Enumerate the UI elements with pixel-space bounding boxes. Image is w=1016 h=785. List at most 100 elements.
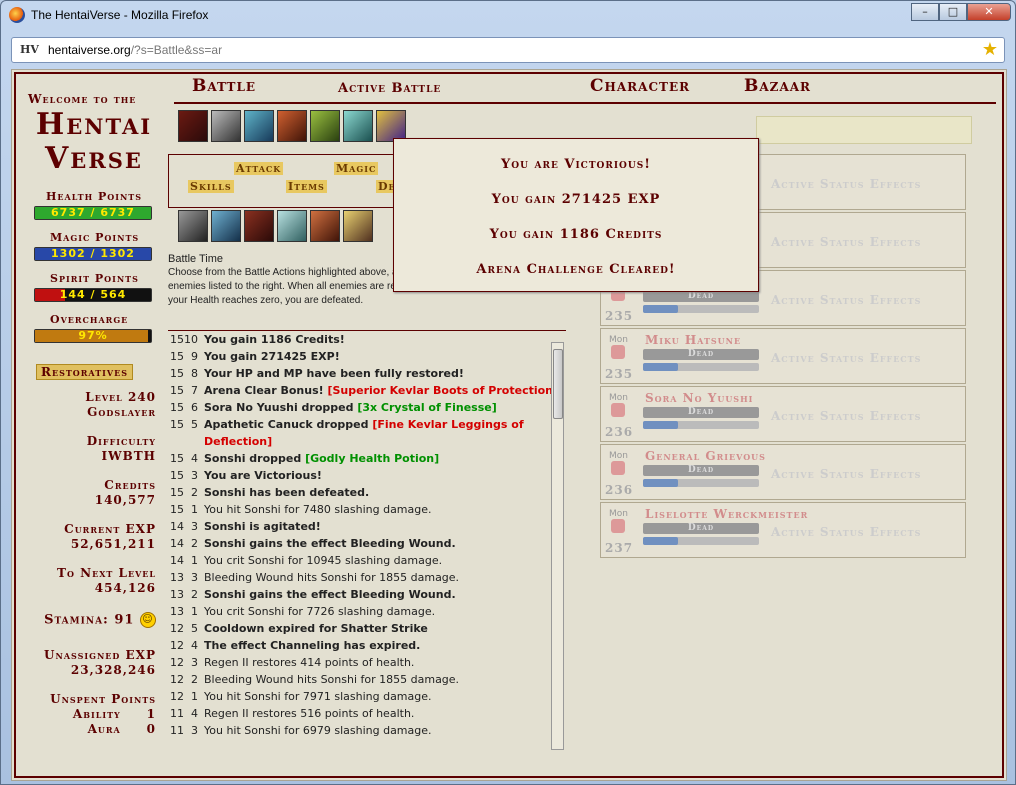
- log-turn: 15: [170, 486, 184, 499]
- log-text: You gain 271425 EXP!: [204, 350, 340, 363]
- credits: Credits 140,577: [28, 478, 156, 508]
- buff-icon: [178, 110, 208, 142]
- nav-bazaar[interactable]: Bazaar: [744, 76, 811, 96]
- difficulty: Difficulty IWBTH: [28, 434, 156, 464]
- nav-character[interactable]: Character: [590, 76, 690, 96]
- stamina-value: Stamina: 91: [44, 612, 135, 628]
- items-button[interactable]: Items: [286, 180, 327, 193]
- url-bar[interactable]: HV hentaiverse.org/?s=Battle&ss=ar ★: [11, 37, 1005, 63]
- log-message: You crit Sonshi for 7726 slashing damage…: [204, 603, 566, 620]
- monster-mana-bar: [643, 479, 759, 487]
- monster-status-effects: Active Status Effects: [771, 351, 922, 365]
- skill-icon[interactable]: [244, 210, 274, 242]
- difficulty-label: Difficulty: [86, 434, 156, 448]
- log-turn: 15: [170, 333, 184, 346]
- ability-value: 1: [146, 707, 156, 721]
- log-turn: 15: [170, 401, 184, 414]
- monster-card[interactable]: Mon 236 Sora No Yuushi Dead Active Status Ef…: [600, 386, 966, 442]
- nav-active-battle[interactable]: Active Battle: [338, 81, 441, 96]
- skills-button[interactable]: Skills: [188, 180, 234, 193]
- monster-card[interactable]: Mon 235 Miku Hatsune Dead Active Status Effe…: [600, 328, 966, 384]
- nav-battle[interactable]: Battle: [192, 76, 256, 96]
- log-text: You are Victorious!: [204, 469, 322, 482]
- health-bar: 6737 / 6737: [34, 206, 152, 220]
- monster-level: 236: [605, 425, 634, 439]
- close-button[interactable]: ✕: [967, 3, 1011, 21]
- monster-label: Mon: [609, 451, 628, 461]
- monster-status-effects: Active Status Effects: [771, 177, 922, 191]
- log-message: Arena Clear Bonus! [Superior Kevlar Boot…: [204, 382, 566, 399]
- url-path: /?s=Battle&ss=ar: [130, 43, 223, 57]
- log-turn: 15: [170, 418, 184, 431]
- log-scrollbar[interactable]: [551, 342, 564, 750]
- log-row: 15 1 You hit Sonshi for 7480 slashing dama…: [168, 501, 566, 518]
- url-text[interactable]: hentaiverse.org/?s=Battle&ss=ar: [48, 43, 222, 57]
- restoratives-button[interactable]: Restoratives: [36, 364, 133, 380]
- scrollbar-thumb[interactable]: [553, 349, 563, 419]
- monster-mana-bar: [643, 363, 759, 371]
- log-message: Bleeding Wound hits Sonshi for 1855 dama…: [204, 569, 566, 586]
- log-message: Apathetic Canuck dropped [Fine Kevlar Le…: [204, 416, 566, 450]
- log-row: 15 2 Sonshi has been defeated.: [168, 484, 566, 501]
- log-row: 15 7 Arena Clear Bonus! [Superior Kevlar B…: [168, 382, 566, 399]
- victory-line-1: You are Victorious!: [501, 157, 651, 172]
- buff-icon: [343, 110, 373, 142]
- monster-label: Mon: [609, 335, 628, 345]
- health-value: 6737 / 6737: [51, 206, 135, 219]
- log-text: Sonshi dropped: [204, 452, 306, 465]
- buff-icon: [310, 110, 340, 142]
- unassigned-label: Unassigned EXP: [44, 648, 156, 662]
- skill-icon[interactable]: [178, 210, 208, 242]
- log-step: 3: [191, 520, 198, 533]
- next-level: To Next Level 454,126: [28, 566, 156, 596]
- unspent-points: Unspent Points Ability 1 Aura 0: [28, 692, 156, 737]
- log-text: Sonshi gains the effect Bleeding Wound.: [204, 588, 456, 601]
- skill-icon[interactable]: [211, 210, 241, 242]
- log-text: Your HP and MP have been fully restored!: [204, 367, 464, 380]
- monster-level: 237: [605, 541, 634, 555]
- log-text: You hit Sonshi for 6979 slashing damage.: [204, 724, 432, 737]
- magic-button[interactable]: Magic: [334, 162, 379, 175]
- level-line-1: Level 240: [85, 390, 156, 404]
- log-row: 15 9 You gain 271425 EXP!: [168, 348, 566, 365]
- log-turn: 11: [170, 707, 184, 720]
- magic-bar: 1302 / 1302: [34, 247, 152, 261]
- overcharge-bar: 97%: [34, 329, 152, 343]
- buff-icon: [211, 110, 241, 142]
- monster-mana-fill: [643, 363, 678, 371]
- attack-button[interactable]: Attack: [234, 162, 284, 175]
- smiley-icon: ☺: [140, 612, 156, 628]
- level-line-2: Godslayer: [87, 405, 156, 419]
- logo-line-2: Verse: [45, 141, 143, 176]
- skill-icon[interactable]: [277, 210, 307, 242]
- log-step: 5: [191, 622, 198, 635]
- victory-popup[interactable]: You are Victorious! You gain 271425 EXP …: [393, 138, 759, 292]
- log-row: 11 4 Regen II restores 516 points of healt…: [168, 705, 566, 722]
- log-turn: 15: [170, 452, 184, 465]
- health-label: Health Points: [46, 190, 143, 203]
- overcharge-value: 97%: [78, 329, 108, 342]
- skill-icon[interactable]: [343, 210, 373, 242]
- magic-label: Magic Points: [50, 231, 140, 244]
- ability-points: Ability 1: [28, 707, 156, 722]
- log-row: 15 8 Your HP and MP have been fully restor…: [168, 365, 566, 382]
- ability-label: Ability: [72, 707, 121, 721]
- maximize-button[interactable]: □: [939, 3, 967, 21]
- log-turn: 12: [170, 622, 184, 635]
- log-step: 2: [191, 537, 198, 550]
- battle-log[interactable]: 15 10 You gain 1186 Credits! 15 9 You gain 27…: [168, 330, 566, 750]
- level: Level 240 Godslayer: [28, 390, 156, 420]
- monster-card[interactable]: Mon 237 Liselotte Werckmeister Dead Active S…: [600, 502, 966, 558]
- log-row: 15 5 Apathetic Canuck dropped [Fine Kevlar…: [168, 416, 566, 450]
- skill-icon[interactable]: [310, 210, 340, 242]
- window-title: The HentaiVerse - Mozilla Firefox: [31, 8, 209, 22]
- log-message: You hit Sonshi for 7480 slashing damage.: [204, 501, 566, 518]
- minimize-button[interactable]: –: [911, 3, 939, 21]
- monster-level: 236: [605, 483, 634, 497]
- log-step: 4: [191, 639, 198, 652]
- log-turn: 13: [170, 571, 184, 584]
- log-turn: 12: [170, 673, 184, 686]
- monster-card[interactable]: Mon 236 General Grievous Dead Active Status …: [600, 444, 966, 500]
- bookmark-star-icon[interactable]: ★: [982, 39, 998, 60]
- unassigned-value: 23,328,246: [70, 663, 156, 677]
